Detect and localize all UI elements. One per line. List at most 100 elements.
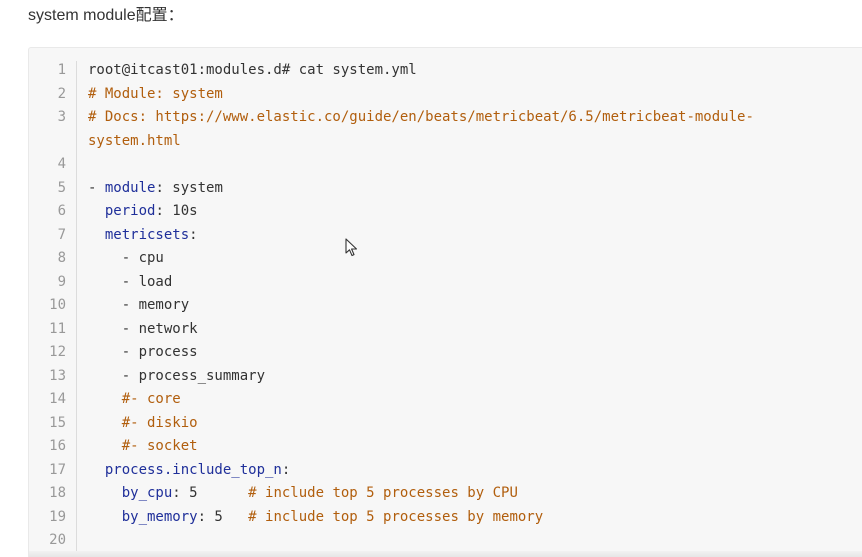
code-token-comment: # Docs: https://www.elastic.co/guide/en/… <box>88 109 754 125</box>
code-text: #- diskio <box>88 412 198 436</box>
line-number: 19 <box>49 508 66 525</box>
code-text: #- socket <box>88 435 198 459</box>
code-line: system.html <box>29 130 862 154</box>
line-number: 12 <box>49 344 66 360</box>
code-line: 5 - module: system <box>29 177 862 201</box>
line-number: 6 <box>57 203 66 219</box>
line-number: 3 <box>57 109 66 125</box>
line-number: 15 <box>49 414 66 431</box>
code-line: 16 #- socket <box>29 435 862 459</box>
code-token-comment: system.html <box>88 132 181 149</box>
line-number: 7 <box>57 226 66 243</box>
code-line: 7 metricsets: <box>29 224 862 248</box>
code-line: 9 - load <box>29 271 862 295</box>
code-text: by_memory: 5 # include top 5 processes b… <box>88 506 543 530</box>
line-number: 8 <box>57 250 66 266</box>
code-line: 13 - process_summary <box>29 365 862 389</box>
code-text: by_cpu: 5 # include top 5 processes by C… <box>88 482 518 506</box>
code-text: - network <box>88 318 198 342</box>
code-line: 6 period: 10s <box>29 200 862 224</box>
code-line: 3 # Docs: https://www.elastic.co/guide/en… <box>29 106 862 130</box>
code-token-comment: # include top 5 processes by memory <box>248 508 544 525</box>
section-heading: system module配置： <box>28 7 184 24</box>
code-token-plain: - network <box>88 320 198 337</box>
line-number: 16 <box>49 438 66 454</box>
code-token-key: metricsets <box>104 226 190 243</box>
code-text: - load <box>88 271 173 295</box>
code-text: - cpu <box>88 247 164 271</box>
code-token-key: period <box>104 203 156 219</box>
code-token-key: process.include_top_n <box>104 461 282 478</box>
code-token-plain: : 5 <box>197 508 249 525</box>
code-token-plain: : system <box>155 179 223 196</box>
code-line: 10 - memory <box>29 294 862 318</box>
code-line: 20 <box>29 529 862 553</box>
code-block[interactable]: 1 root@itcast01:modules.d# cat system.yml… <box>28 47 862 557</box>
code-text: - module: system <box>88 177 223 201</box>
code-token-plain: : <box>189 226 198 243</box>
code-line: 18 by_cpu: 5 # include top 5 processes b… <box>29 482 862 506</box>
code-token-plain: : <box>281 461 291 478</box>
code-token-plain: - <box>88 179 105 196</box>
line-number: 1 <box>57 62 66 78</box>
code-token-key: by_cpu <box>121 485 173 501</box>
code-text: process.include_top_n: <box>88 459 290 483</box>
mouse-pointer-icon <box>345 238 358 257</box>
code-token-comment: #- socket <box>121 438 198 454</box>
code-token-comment: # include top 5 processes by CPU <box>248 485 518 501</box>
code-text: root@itcast01:modules.d# cat system.yml <box>88 59 417 83</box>
code-token-comment: #- core <box>121 391 181 407</box>
code-token-comment: # Module: system <box>88 85 223 102</box>
code-token-key: module <box>104 179 156 196</box>
code-line: 15 #- diskio <box>29 412 862 436</box>
code-token-key: by_memory <box>121 508 198 525</box>
code-token-plain: : 5 <box>172 485 249 501</box>
line-number: 9 <box>57 273 66 290</box>
line-number: 13 <box>49 367 66 384</box>
code-line: 2 # Module: system <box>29 83 862 107</box>
line-number: 14 <box>49 391 66 407</box>
code-line: 8 - cpu <box>29 247 862 271</box>
line-number: 4 <box>57 156 66 172</box>
code-token-plain: - load <box>88 273 173 290</box>
code-line: 1 root@itcast01:modules.d# cat system.yml <box>29 59 862 83</box>
code-text: system.html <box>88 130 181 154</box>
code-line: 11 - network <box>29 318 862 342</box>
code-block-bottom-edge <box>29 551 862 557</box>
code-text: # Docs: https://www.elastic.co/guide/en/… <box>88 106 754 130</box>
code-text: - process_summary <box>88 365 265 389</box>
code-token-plain: - process <box>88 344 198 360</box>
line-number: 11 <box>49 320 66 337</box>
code-token-plain: : 10s <box>155 203 198 219</box>
code-line: 17 process.include_top_n: <box>29 459 862 483</box>
code-token-plain: root@itcast01:modules.d# cat system.yml <box>88 62 417 78</box>
code-token-plain: - cpu <box>88 250 164 266</box>
code-text: period: 10s <box>88 200 198 224</box>
line-number: 2 <box>57 85 66 102</box>
code-text: #- core <box>88 388 181 412</box>
code-line: 19 by_memory: 5 # include top 5 processe… <box>29 506 862 530</box>
code-text: metricsets: <box>88 224 198 248</box>
code-text: - process <box>88 341 198 365</box>
code-line: 14 #- core <box>29 388 862 412</box>
line-number: 10 <box>49 297 66 313</box>
code-token-plain: - process_summary <box>88 367 266 384</box>
code-token-plain: - memory <box>88 297 190 313</box>
code-token-comment: #- diskio <box>121 414 198 431</box>
code-line: 4 <box>29 153 862 177</box>
line-number: 17 <box>49 461 66 478</box>
line-number: 20 <box>49 532 66 548</box>
code-text: # Module: system <box>88 83 223 107</box>
line-number: 18 <box>49 485 66 501</box>
code-text: - memory <box>88 294 189 318</box>
code-line: 12 - process <box>29 341 862 365</box>
line-number: 5 <box>57 179 66 196</box>
